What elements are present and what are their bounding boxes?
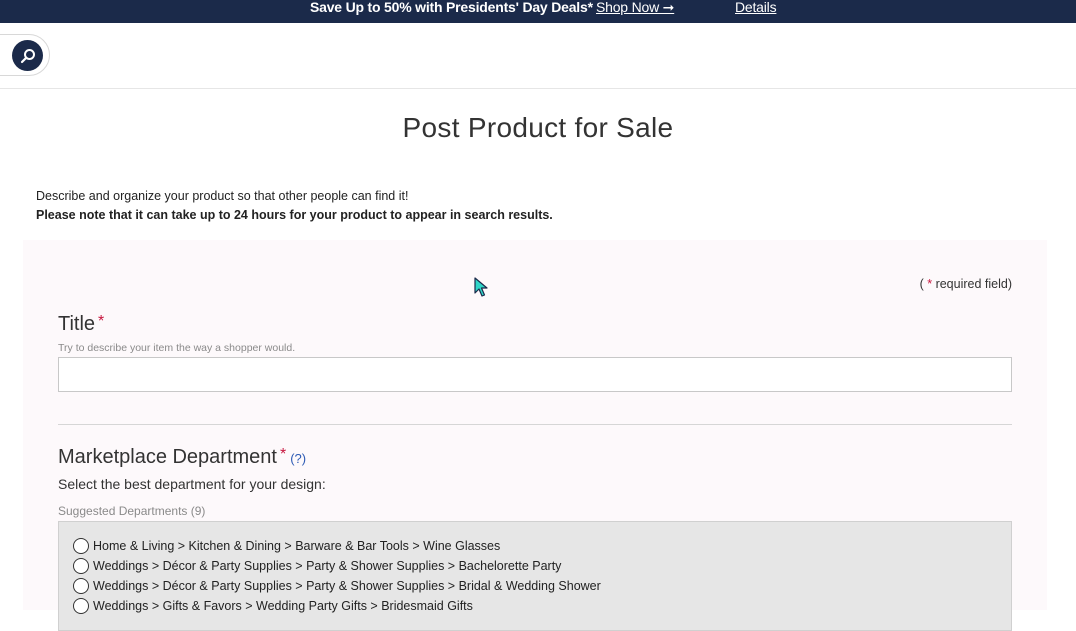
- department-option-label: Weddings > Décor & Party Supplies > Part…: [93, 579, 601, 593]
- department-option[interactable]: Weddings > Décor & Party Supplies > Part…: [59, 556, 1011, 576]
- search-bar[interactable]: [0, 34, 50, 76]
- intro-line: Describe and organize your product so th…: [36, 189, 409, 203]
- department-help-link[interactable]: (?): [290, 451, 306, 466]
- promo-text: Save Up to 50% with Presidents' Day Deal…: [310, 0, 593, 15]
- department-label-text: Marketplace Department: [58, 446, 277, 468]
- intro-text: Describe and organize your product so th…: [36, 187, 553, 225]
- title-required-star: *: [98, 313, 105, 330]
- shop-now-link[interactable]: Shop Now ➞: [596, 0, 674, 14]
- department-option-label: Home & Living > Kitchen & Dining > Barwa…: [93, 539, 501, 553]
- mouse-cursor-icon: [474, 277, 488, 297]
- department-subtitle: Select the best department for your desi…: [58, 476, 326, 492]
- department-option-label: Weddings > Gifts & Favors > Wedding Part…: [93, 599, 473, 613]
- department-required-star: *: [279, 446, 287, 463]
- department-option-label: Weddings > Décor & Party Supplies > Part…: [93, 559, 562, 573]
- site-header: [0, 23, 1076, 89]
- title-hint: Try to describe your item the way a shop…: [58, 342, 296, 354]
- department-option[interactable]: Weddings > Gifts & Favors > Wedding Part…: [59, 596, 1011, 616]
- radio-button[interactable]: [73, 578, 89, 594]
- required-note-suffix: required field): [932, 277, 1012, 291]
- title-input[interactable]: [58, 357, 1012, 392]
- details-link[interactable]: Details: [735, 0, 777, 14]
- suggested-departments-list: Home & Living > Kitchen & Dining > Barwa…: [58, 521, 1012, 631]
- radio-button[interactable]: [73, 598, 89, 614]
- title-label: Title *: [58, 313, 104, 336]
- title-label-text: Title: [58, 313, 96, 335]
- suggested-departments-label: Suggested Departments (9): [58, 504, 206, 518]
- department-label: Marketplace Department * (?): [58, 446, 306, 469]
- radio-button[interactable]: [73, 538, 89, 554]
- required-field-note: ( * required field): [920, 277, 1012, 291]
- search-icon: [20, 48, 35, 63]
- department-option[interactable]: Home & Living > Kitchen & Dining > Barwa…: [59, 536, 1011, 556]
- department-option[interactable]: Weddings > Décor & Party Supplies > Part…: [59, 576, 1011, 596]
- section-divider: [58, 424, 1012, 425]
- product-form: ( * required field) Title * Try to descri…: [23, 240, 1047, 631]
- promo-bar: Save Up to 50% with Presidents' Day Deal…: [0, 0, 1076, 23]
- page-title: Post Product for Sale: [402, 112, 674, 143]
- search-button[interactable]: [12, 40, 43, 71]
- radio-button[interactable]: [73, 558, 89, 574]
- intro-note: Please note that it can take up to 24 ho…: [36, 208, 553, 222]
